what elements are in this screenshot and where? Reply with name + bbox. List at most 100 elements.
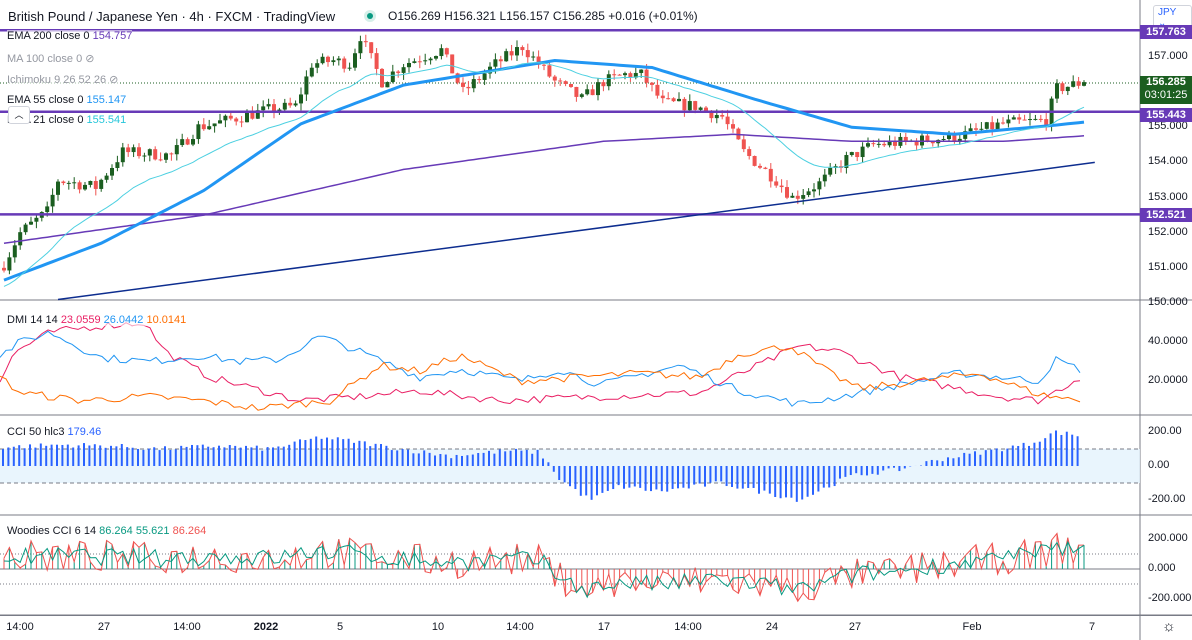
candle-body [315, 63, 320, 68]
candle-body [99, 179, 104, 189]
candle-body [1038, 118, 1043, 120]
candle-body [461, 82, 465, 87]
candle-body [444, 48, 449, 55]
candle-body [228, 115, 233, 119]
candle-body [525, 50, 530, 58]
candle-body [385, 82, 390, 88]
candle-body [855, 152, 860, 158]
candle-body [650, 82, 654, 85]
candle-body [817, 181, 822, 190]
candle-body [137, 147, 141, 157]
legend-ema55[interactable]: EMA 55 close 0 155.147 [7, 94, 127, 106]
candle-body [304, 76, 309, 95]
candle-body [968, 128, 973, 132]
candle-body [347, 67, 352, 69]
candle-body [1082, 82, 1086, 86]
candle-body [1055, 83, 1059, 99]
candle-body [779, 185, 784, 188]
candle-body [569, 83, 573, 87]
price-axis-tick: 152.000 [1148, 225, 1188, 238]
candle-body [606, 74, 611, 87]
candle-body [218, 120, 222, 124]
time-axis-tick: 27 [848, 621, 862, 633]
candle-body [1011, 117, 1016, 120]
ema200-line [3, 133, 1085, 244]
candle-body [563, 81, 568, 84]
legend-ichimoku[interactable]: Ichimoku 9 26 52 26 ⊘ [7, 73, 119, 86]
hidden-eye-icon[interactable]: ⊘ [109, 74, 118, 86]
candle-body [434, 56, 438, 59]
candle-body [790, 195, 795, 198]
candle-body [720, 115, 725, 117]
candle-body [920, 135, 924, 146]
candle-body [309, 67, 314, 77]
legend-dmi[interactable]: DMI 14 14 23.0559 26.0442 10.0141 [7, 314, 187, 326]
candle-body [623, 73, 627, 76]
candle-body [147, 149, 152, 156]
candle-body [250, 112, 255, 119]
candle-body [542, 64, 546, 66]
candle-body [288, 102, 293, 106]
candle-body [293, 103, 298, 106]
candle-body [984, 122, 989, 129]
candle-body [223, 115, 228, 121]
candle-body [353, 53, 357, 68]
legend-cci[interactable]: CCI 50 hlc3 179.46 [7, 426, 102, 438]
hidden-eye-icon[interactable]: ⊘ [85, 53, 94, 65]
candle-body [423, 60, 428, 62]
woodies-axis-tick: 200.000 [1148, 532, 1188, 544]
candle-body [369, 42, 374, 54]
candle-body [407, 62, 411, 68]
candle-body [234, 118, 239, 122]
candle-body [390, 71, 395, 83]
ema21-line [3, 62, 1085, 287]
last-price-tag: 156.285 03:01:25 [1140, 76, 1192, 104]
candle-body [714, 115, 719, 119]
candle-body [693, 101, 698, 110]
candle-body [412, 61, 417, 63]
time-axis-tick: 5 [336, 621, 344, 633]
candle-body [158, 159, 163, 161]
candle-body [34, 217, 39, 222]
time-axis-tick: 14:00 [6, 621, 34, 633]
legend-ema200[interactable]: EMA 200 close 0 154.757 [7, 30, 133, 42]
candle-body [174, 145, 179, 155]
candle-body [110, 167, 114, 176]
candle-body [644, 69, 649, 83]
level-tag: 157.763 [1140, 25, 1192, 39]
candle-body [1028, 119, 1032, 121]
candle-body [828, 167, 833, 175]
legend-woodies[interactable]: Woodies CCI 6 14 86.264 55.621 86.264 [7, 525, 207, 537]
candle-body [698, 107, 703, 110]
cci-axis-tick: 200.00 [1148, 425, 1182, 437]
candle-body [180, 139, 185, 146]
candle-body [45, 206, 50, 213]
candle-body [66, 182, 71, 184]
collapse-legend-button[interactable]: ︿ [8, 106, 30, 124]
candle-body [758, 165, 762, 168]
candle-body [342, 58, 347, 69]
candle-body [806, 191, 811, 196]
candle-body [83, 184, 87, 190]
candle-body [266, 104, 271, 107]
dmi-axis-tick: 20.0000 [1148, 374, 1188, 386]
dmi-axis-tick: 40.0000 [1148, 335, 1188, 347]
candle-body [239, 121, 244, 123]
plus-di-line [0, 330, 1081, 407]
ohlc-readout: O156.269 H156.321 L156.157 C156.285 +0.0… [388, 9, 698, 23]
candle-body [655, 84, 660, 96]
chart-title: British Pound / Japanese Yen · 4h · FXCM… [8, 9, 336, 24]
candle-body [261, 106, 266, 111]
candle-body [396, 71, 401, 73]
candle-body [477, 79, 482, 81]
legend-ma100[interactable]: MA 100 close 0 ⊘ [7, 52, 95, 65]
settings-gear-icon[interactable]: ☼ [1162, 618, 1176, 635]
candle-body [93, 180, 98, 189]
woodies-axis-tick: -200.000 [1148, 592, 1192, 604]
candle-body [1033, 118, 1038, 120]
candle-body [131, 147, 136, 153]
candle-body [812, 189, 816, 192]
candle-body [326, 56, 330, 63]
candle-body [941, 139, 946, 141]
candle-body [212, 123, 217, 127]
